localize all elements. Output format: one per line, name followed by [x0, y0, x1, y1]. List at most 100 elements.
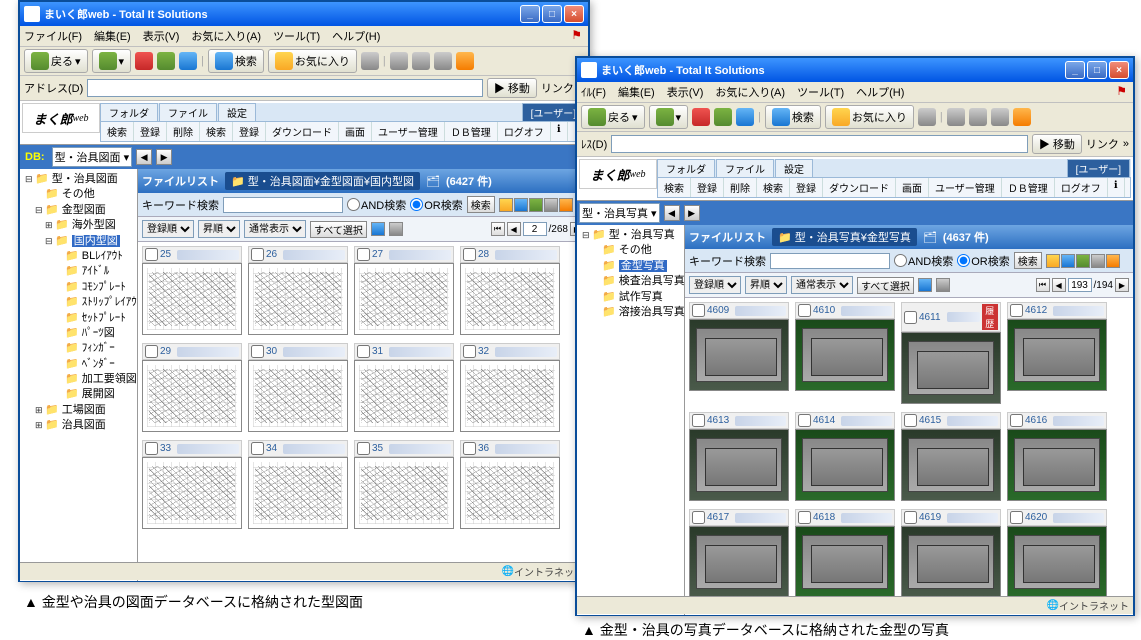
stop-icon[interactable]	[692, 108, 710, 126]
item-header[interactable]: 29	[142, 343, 242, 360]
cmd-register[interactable]: 登録	[691, 178, 724, 197]
maximize-button[interactable]: □	[1087, 61, 1107, 79]
item-header[interactable]: 25	[142, 246, 242, 263]
info-icon[interactable]: ℹ	[551, 122, 568, 141]
search-button[interactable]: 検索	[208, 49, 264, 73]
item-checkbox[interactable]	[798, 414, 811, 427]
info-icon[interactable]: ℹ	[1108, 178, 1125, 197]
tool-icon[interactable]	[1046, 254, 1060, 268]
db-next-button[interactable]: ▶	[156, 149, 172, 165]
stop-icon[interactable]	[135, 52, 153, 70]
go-button[interactable]: ▶ 移動	[487, 78, 537, 98]
tree-node[interactable]: 型・治具図面	[52, 173, 118, 185]
item-checkbox[interactable]	[145, 345, 158, 358]
cmd-screen[interactable]: 画面	[896, 178, 929, 197]
item-checkbox[interactable]	[692, 511, 705, 524]
tool-icon[interactable]	[559, 198, 573, 212]
item-checkbox[interactable]	[904, 311, 917, 324]
item-checkbox[interactable]	[1010, 414, 1023, 427]
titlebar[interactable]: まいく郎web - Total It Solutions _ □ ×	[577, 58, 1133, 82]
refresh-icon[interactable]	[157, 52, 175, 70]
cmd-register2[interactable]: 登録	[790, 178, 823, 197]
tool-icon[interactable]	[1091, 254, 1105, 268]
item-header[interactable]: 30	[248, 343, 348, 360]
display-select[interactable]: 通常表示	[791, 276, 853, 294]
view-icon[interactable]	[389, 222, 403, 236]
cmd-register2[interactable]: 登録	[233, 122, 266, 141]
minimize-button[interactable]: _	[1065, 61, 1085, 79]
item-header[interactable]: 35	[354, 440, 454, 457]
cmd-logoff[interactable]: ログオフ	[498, 122, 551, 141]
order-select[interactable]: 昇順	[745, 276, 787, 294]
cmd-register[interactable]: 登録	[134, 122, 167, 141]
db-select[interactable]: 型・治具写真 ▾	[579, 203, 660, 223]
tool-icon[interactable]	[499, 198, 513, 212]
and-radio[interactable]	[894, 254, 907, 267]
thumbnail[interactable]	[795, 429, 895, 501]
titlebar[interactable]: まいく郎web - Total It Solutions _ □ ×	[20, 2, 588, 26]
item-checkbox[interactable]	[463, 248, 476, 261]
tree-node[interactable]: 試作写真	[619, 291, 663, 303]
search-submit-button[interactable]: 検索	[1014, 252, 1042, 269]
thumbnail[interactable]	[142, 360, 242, 432]
page-input[interactable]	[523, 222, 547, 236]
breadcrumb[interactable]: 📁 型・治具図面¥金型図面¥国内型図	[225, 172, 420, 190]
thumbnail[interactable]	[460, 360, 560, 432]
thumbnail[interactable]	[1007, 429, 1107, 501]
view-icon[interactable]	[936, 278, 950, 292]
tree-node[interactable]: ｾｯﾄﾌﾟﾚｰﾄ	[82, 312, 126, 324]
item-checkbox[interactable]	[357, 248, 370, 261]
item-checkbox[interactable]	[798, 304, 811, 317]
menu-fav[interactable]: お気に入り(A)	[191, 28, 261, 44]
favorites-button[interactable]: お気に入り	[825, 105, 914, 129]
keyword-input[interactable]	[770, 253, 890, 269]
item-header[interactable]: 4610	[795, 302, 895, 319]
edit-icon[interactable]	[991, 108, 1009, 126]
tree-node[interactable]: 治具図面	[62, 419, 106, 431]
item-header[interactable]: 4620	[1007, 509, 1107, 526]
tool-icon[interactable]	[529, 198, 543, 212]
tool-icon[interactable]	[544, 198, 558, 212]
tree-node[interactable]: ｺﾓﾝﾌﾟﾚｰﾄ	[82, 281, 126, 293]
item-checkbox[interactable]	[463, 345, 476, 358]
item-header[interactable]: 36	[460, 440, 560, 457]
tool-icon[interactable]	[1106, 254, 1120, 268]
view-icon[interactable]	[918, 278, 932, 292]
cmd-dbmgmt[interactable]: ＤＢ管理	[445, 122, 498, 141]
tree-node[interactable]: 工場図面	[62, 404, 106, 416]
or-radio[interactable]	[410, 198, 423, 211]
mail-icon[interactable]	[390, 52, 408, 70]
thumbnail[interactable]	[248, 457, 348, 529]
folder-tree[interactable]: ⊟📁 型・治具写真📁 その他📁 金型写真📁 検査治具写真📁 試作写真📁 溶接治具…	[577, 225, 685, 615]
thumbnail[interactable]	[689, 526, 789, 598]
cmd-logoff[interactable]: ログオフ	[1055, 178, 1108, 197]
item-header[interactable]: 27	[354, 246, 454, 263]
keyword-input[interactable]	[223, 197, 343, 213]
cmd-search[interactable]: 検索	[658, 178, 691, 197]
discuss-icon[interactable]	[1013, 108, 1031, 126]
cmd-usermgmt[interactable]: ユーザー管理	[929, 178, 1002, 197]
item-checkbox[interactable]	[145, 248, 158, 261]
item-header[interactable]: 4611 履歴	[901, 302, 1001, 332]
page-prev-button[interactable]: ◀	[507, 222, 521, 236]
page-next-button[interactable]: ▶	[1115, 278, 1129, 292]
tree-node[interactable]: 溶接治具写真	[619, 306, 685, 318]
cmd-delete[interactable]: 削除	[724, 178, 757, 197]
menu-help[interactable]: ヘルプ(H)	[332, 28, 380, 44]
thumbnail[interactable]	[1007, 526, 1107, 598]
address-input[interactable]	[611, 135, 1028, 153]
item-header[interactable]: 4618	[795, 509, 895, 526]
print-icon[interactable]	[969, 108, 987, 126]
item-header[interactable]: 4615	[901, 412, 1001, 429]
menu-tools[interactable]: ツール(T)	[273, 28, 320, 44]
thumbnail[interactable]	[795, 526, 895, 598]
item-checkbox[interactable]	[692, 304, 705, 317]
page-first-button[interactable]: ⏮	[1036, 278, 1050, 292]
thumbnail[interactable]	[901, 526, 1001, 598]
menu-fav[interactable]: お気に入り(A)	[715, 84, 785, 100]
item-header[interactable]: 31	[354, 343, 454, 360]
item-header[interactable]: 34	[248, 440, 348, 457]
tool-icon[interactable]	[514, 198, 528, 212]
tree-node[interactable]: 検査治具写真	[619, 275, 685, 287]
breadcrumb[interactable]: 📁 型・治具写真¥金型写真	[772, 228, 917, 246]
